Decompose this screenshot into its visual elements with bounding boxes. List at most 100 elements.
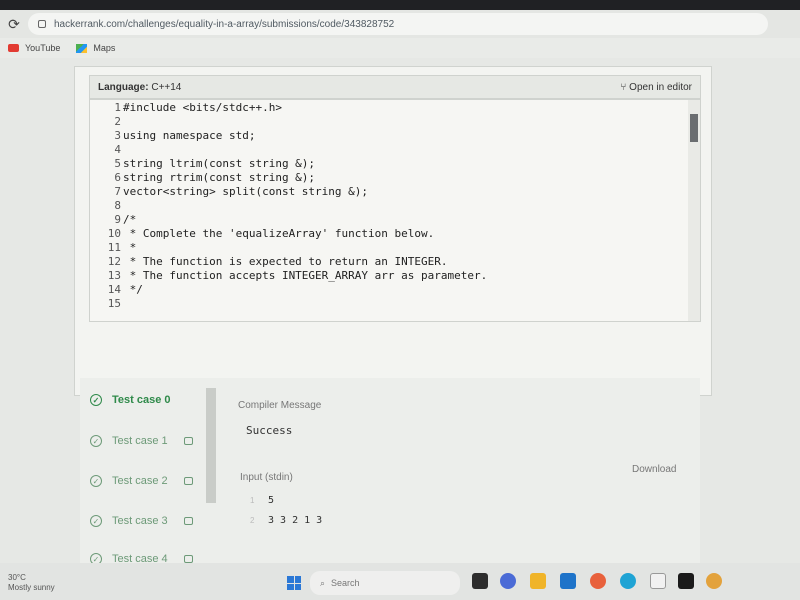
open-in-editor-label: Open in editor [629,81,692,93]
input-line-number: 2 [250,516,255,525]
lock-icon [183,437,193,445]
code-line: 5 string ltrim(const string &); [90,156,315,170]
bookmark-label: Maps [93,43,116,53]
code-line: 9 /* [90,212,136,226]
test-case-item[interactable]: ✓ Test case 2 [90,475,193,487]
code-line: 11 * [90,240,137,254]
youtube-icon [8,44,19,52]
editor-scrollbar[interactable] [688,100,700,321]
line-number: 2 [114,114,121,128]
line-number: 11 [107,240,121,254]
line-number: 13 [107,268,121,282]
code-text: * [123,240,137,254]
taskbar-search[interactable]: ⌕ Search [310,571,460,595]
line-number: 6 [114,170,121,184]
edge-icon[interactable] [620,573,636,589]
input-label: Input (stdin) [240,472,293,483]
line-number: 7 [114,184,121,198]
url-field[interactable]: hackerrank.com/challenges/equality-in-a-… [28,13,768,35]
compiler-message-label: Compiler Message [238,400,322,411]
line-number: 12 [107,254,121,268]
line-number: 10 [107,226,121,240]
weather-desc: Mostly sunny [8,583,55,592]
file-explorer-icon[interactable] [530,573,546,589]
dropbox-icon[interactable] [678,573,694,589]
bookmark-youtube[interactable]: YouTube [8,43,60,53]
test-case-list: ✓ Test case 0 ✓ Test case 1 ✓ Test case … [80,378,206,568]
code-text: * The function accepts INTEGER_ARRAY arr… [123,268,488,282]
task-view-icon[interactable] [472,573,488,589]
code-line: 4 [90,142,123,156]
weather-widget[interactable]: 30°C Mostly sunny [8,573,55,593]
lock-icon [183,555,193,563]
code-text: string rtrim(const string &); [123,170,316,184]
chat-icon[interactable] [500,573,516,589]
code-line: 7 vector<string> split(const string &); [90,184,368,198]
test-case-label: Test case 0 [112,394,171,406]
code-line: 15 [90,296,123,310]
open-in-editor-button[interactable]: ⑂ Open in editor [620,82,692,93]
code-line: 14 */ [90,282,143,296]
code-header: Language: C++14 ⑂ Open in editor [89,75,701,99]
code-text: */ [123,282,143,296]
code-editor[interactable]: 1 #include <bits/stdc++.h> 2 3 using nam… [89,99,701,322]
test-case-item[interactable]: ✓ Test case 3 [90,515,193,527]
test-case-item[interactable]: ✓ Test case 1 [90,435,193,447]
amazon-icon[interactable] [650,573,666,589]
lock-icon [183,517,193,525]
maps-icon [76,43,88,53]
scrollbar-thumb[interactable] [690,114,698,142]
address-bar-row: ⟳ hackerrank.com/challenges/equality-in-… [0,10,800,38]
lock-icon [38,20,46,28]
test-case-label: Test case 1 [112,435,168,447]
branch-icon: ⑂ [620,81,630,93]
code-line: 10 * Complete the 'equalizeArray' functi… [90,226,435,240]
input-value: 5 [268,495,275,506]
url-text[interactable]: hackerrank.com/challenges/equality-in-a-… [54,19,394,30]
store-icon[interactable] [560,573,576,589]
language-value: C++14 [151,81,182,93]
windows-start-icon[interactable] [287,576,301,590]
firefox-icon[interactable] [590,573,606,589]
code-line: 8 [90,198,123,212]
line-number: 3 [114,128,121,142]
test-results-card: ✓ Test case 0 ✓ Test case 1 ✓ Test case … [80,378,700,568]
input-value: 3 3 2 1 3 [268,515,323,526]
page-content: Language: C++14 ⑂ Open in editor 1 #incl… [0,58,800,568]
code-text: * Complete the 'equalizeArray' function … [123,226,435,240]
code-text: string ltrim(const string &); [123,156,316,170]
bookmark-maps[interactable]: Maps [76,43,115,53]
code-text: vector<string> split(const string &); [123,184,369,198]
weather-temp: 30°C [8,573,26,582]
check-icon: ✓ [90,475,102,487]
line-number: 1 [114,100,121,114]
windows-taskbar: 30°C Mostly sunny ⌕ Search [0,563,800,600]
bookmarks-bar: YouTube Maps [0,38,800,58]
code-line: 3 using namespace std; [90,128,255,142]
language-label: Language: [98,81,149,93]
reload-icon[interactable]: ⟳ [0,16,28,33]
search-placeholder: Search [331,578,360,588]
check-icon: ✓ [90,394,102,406]
test-list-scrollbar[interactable] [206,388,216,503]
check-icon: ✓ [90,435,102,447]
code-line: 13 * The function accepts INTEGER_ARRAY … [90,268,488,282]
line-number: 5 [114,156,121,170]
line-number: 8 [114,198,121,212]
bookmark-label: YouTube [25,43,61,53]
submitted-code-card: Language: C++14 ⑂ Open in editor 1 #incl… [74,66,712,396]
code-text: #include <bits/stdc++.h> [123,100,282,114]
input-line-number: 1 [250,496,255,505]
search-icon: ⌕ [320,577,326,588]
line-number: 15 [107,296,121,310]
lock-icon [183,477,193,485]
test-case-label: Test case 3 [112,515,168,527]
line-number: 9 [114,212,121,226]
chrome-icon[interactable] [706,573,722,589]
compiler-message-value: Success [246,424,293,437]
code-line: 2 [90,114,123,128]
check-icon: ✓ [90,515,102,527]
code-line: 12 * The function is expected to return … [90,254,448,268]
download-link[interactable]: Download [632,464,676,475]
test-case-item[interactable]: ✓ Test case 0 [90,394,171,406]
